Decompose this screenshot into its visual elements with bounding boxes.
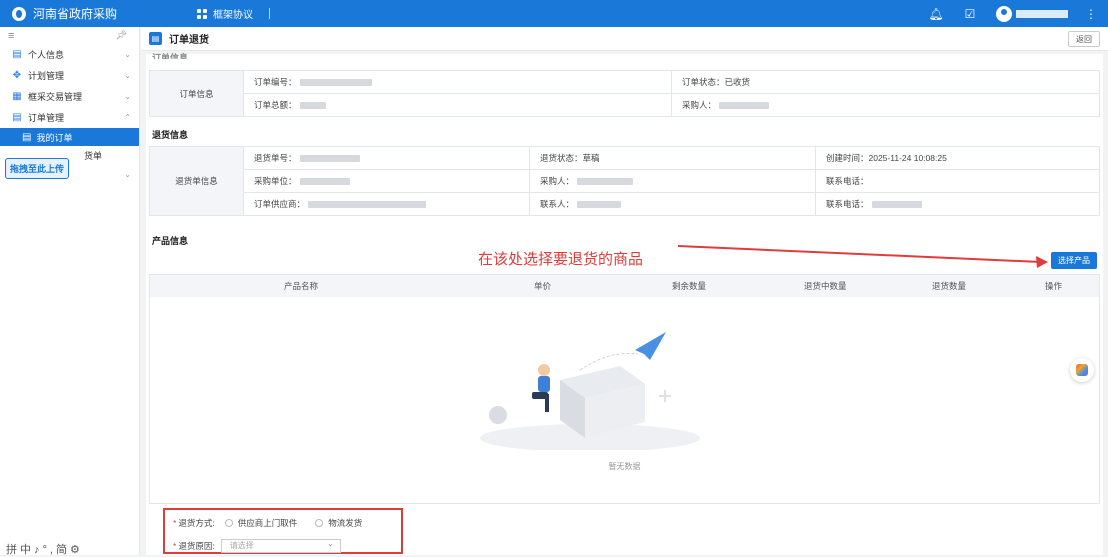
user-name-redacted[interactable] [1016,9,1068,18]
buyer-cell: 采购人： [671,93,1100,117]
user-card-icon: ▤ [12,49,22,60]
empty-state-text: 暂无数据 [608,462,641,471]
return-section-title: 退货信息 [152,130,189,140]
return-reason-select[interactable]: 请选择 [220,538,341,553]
return-info-table: 退货单信息 退货单号： 退货状态：草稿 创建时间：2025-11-24 10:0… [149,146,1100,216]
order-icon: ▤ [22,131,32,143]
chevron-down-icon: ⌄ [124,92,131,101]
tab-framework-agreement[interactable]: 框架协议 [197,0,270,27]
supplier-cell: 订单供应商： [243,192,530,216]
order-info-table: 订单信息 订单编号： 订单状态：已收货 订单总额： 采购人： [149,70,1100,117]
pin-icon[interactable]: 📌︎ [116,30,127,41]
column-header-unit-price: 单价 [534,281,552,291]
product-section-title: 产品信息 [152,236,189,246]
radio-supplier-pickup[interactable] [224,519,233,527]
floating-assistant-icon[interactable] [1070,358,1094,382]
grid-icon: ✥ [12,70,22,81]
order-icon: ▤ [12,112,22,123]
return-status-cell: 退货状态：草稿 [529,146,816,170]
order-status-cell: 订单状态：已收货 [671,70,1100,94]
bell-icon[interactable]: 🔔︎ [928,6,944,22]
column-header-remaining-qty: 剩余数量 [672,281,707,291]
main-content: 订单信息 订单信息 订单编号： 订单状态：已收货 订单总额： 采购人： 退货信息… [146,53,1103,555]
return-method-row: * 退货方式: 供应商上门取件 物流发货 [173,517,362,529]
sidebar-item-personal-info[interactable]: ▤ 个人信息 ⌄ [0,44,139,65]
more-vertical-icon[interactable]: ⋮ [1084,7,1098,21]
column-header-returning-qty: 退货中数量 [804,281,847,291]
sidebar-item-order-management[interactable]: ▤ 订单管理 ⌃ [0,107,139,128]
annotation-arrow [677,245,1048,268]
column-header-actions: 操作 [1045,281,1063,291]
tab-divider [269,8,270,19]
return-method-label: 退货方式: [178,518,215,528]
grid-icon [197,8,207,19]
sidebar-item-label: 货单 [84,150,103,161]
chevron-down-icon: ⌄ [124,71,131,80]
menu-toggle-icon[interactable]: ≡ [8,30,14,42]
back-button[interactable]: 返回 [1068,31,1100,47]
return-form-highlight: * 退货方式: 供应商上门取件 物流发货 * 退货原因: 请选择 [163,508,403,554]
sidebar-item-framework-trade[interactable]: ▦ 框采交易管理 ⌄ [0,86,139,107]
sidebar: ≡ 📌︎ ▤ 个人信息 ⌄ ✥ 计划管理 ⌄ ▦ 框采交易管理 ⌄ ▤ 订单管理… [0,27,140,556]
sidebar-item-label: 订单管理 [28,113,65,123]
sidebar-item-label: 个人信息 [28,50,65,60]
return-number-cell: 退货单号： [243,146,530,170]
contact-person-cell: 联系人： [529,192,816,216]
page-title: 订单退货 [169,35,209,46]
top-right-tools: 🔔︎ ☑ ⋮ [928,0,1108,27]
contact-phone-cell: 联系电话： [815,169,1100,193]
column-header-return-qty: 退货数量 [932,281,967,291]
return-reason-row: * 退货原因: 请选择 [173,538,341,553]
site-logo-icon [12,6,26,21]
chevron-down-icon: ⌄ [124,170,131,179]
annotation-text: 在该处选择要退货的商品 [478,251,644,268]
sidebar-header: ≡ 📌︎ [0,27,139,44]
buyer-cell: 采购人： [529,169,816,193]
sidebar-item-plan-management[interactable]: ✥ 计划管理 ⌄ [0,65,139,86]
required-mark: * [173,518,177,528]
column-header-product-name: 产品名称 [284,281,319,291]
sidebar-item-label: 计划管理 [28,71,65,81]
select-product-button[interactable]: 选择产品 [1051,252,1097,269]
radio-logistics[interactable] [315,519,324,527]
created-time-cell: 创建时间：2025-11-24 10:08:25 [815,146,1100,170]
row-header: 订单信息 [149,70,244,117]
contact-phone2-cell: 联系电话： [815,192,1100,216]
trade-icon: ▦ [12,91,22,102]
top-bar: 河南省政府采购 框架协议 🔔︎ ☑ ⋮ [0,0,1108,27]
avatar[interactable] [996,5,1012,22]
table-header-row: 产品名称 单价 剩余数量 退货中数量 退货数量 操作 [150,275,1099,297]
drag-upload-tooltip[interactable]: 拖拽至此上传 [5,158,70,179]
sidebar-item-my-orders[interactable]: ▤ 我的订单 [0,128,139,146]
radio-label[interactable]: 供应商上门取件 [238,517,298,529]
required-mark: * [173,541,177,551]
chevron-down-icon: ⌄ [124,50,131,59]
site-title: 河南省政府采购 [33,7,118,21]
order-section-title: 订单信息 [152,53,189,59]
brand[interactable]: 河南省政府采购 [12,0,117,27]
return-reason-label: 退货原因: [178,541,215,551]
chevron-up-icon: ⌃ [124,113,131,122]
tab-label: 框架协议 [213,10,253,21]
radio-label[interactable]: 物流发货 [328,517,362,529]
purchase-unit-cell: 采购单位： [243,169,530,193]
page-header: ▤ 订单退货 返回 [141,27,1108,51]
sidebar-item-label: 我的订单 [36,132,73,143]
sidebar-item-label: 框采交易管理 [28,92,83,102]
empty-state-illustration [480,332,700,450]
row-header: 退货单信息 [149,146,244,216]
document-icon: ▤ [149,32,162,45]
order-number-cell: 订单编号： [243,70,672,94]
order-total-cell: 订单总额： [243,93,672,117]
product-table: 产品名称 单价 剩余数量 退货中数量 退货数量 操作 暂无数据 [149,274,1100,504]
message-icon[interactable]: ☑ [962,6,978,22]
